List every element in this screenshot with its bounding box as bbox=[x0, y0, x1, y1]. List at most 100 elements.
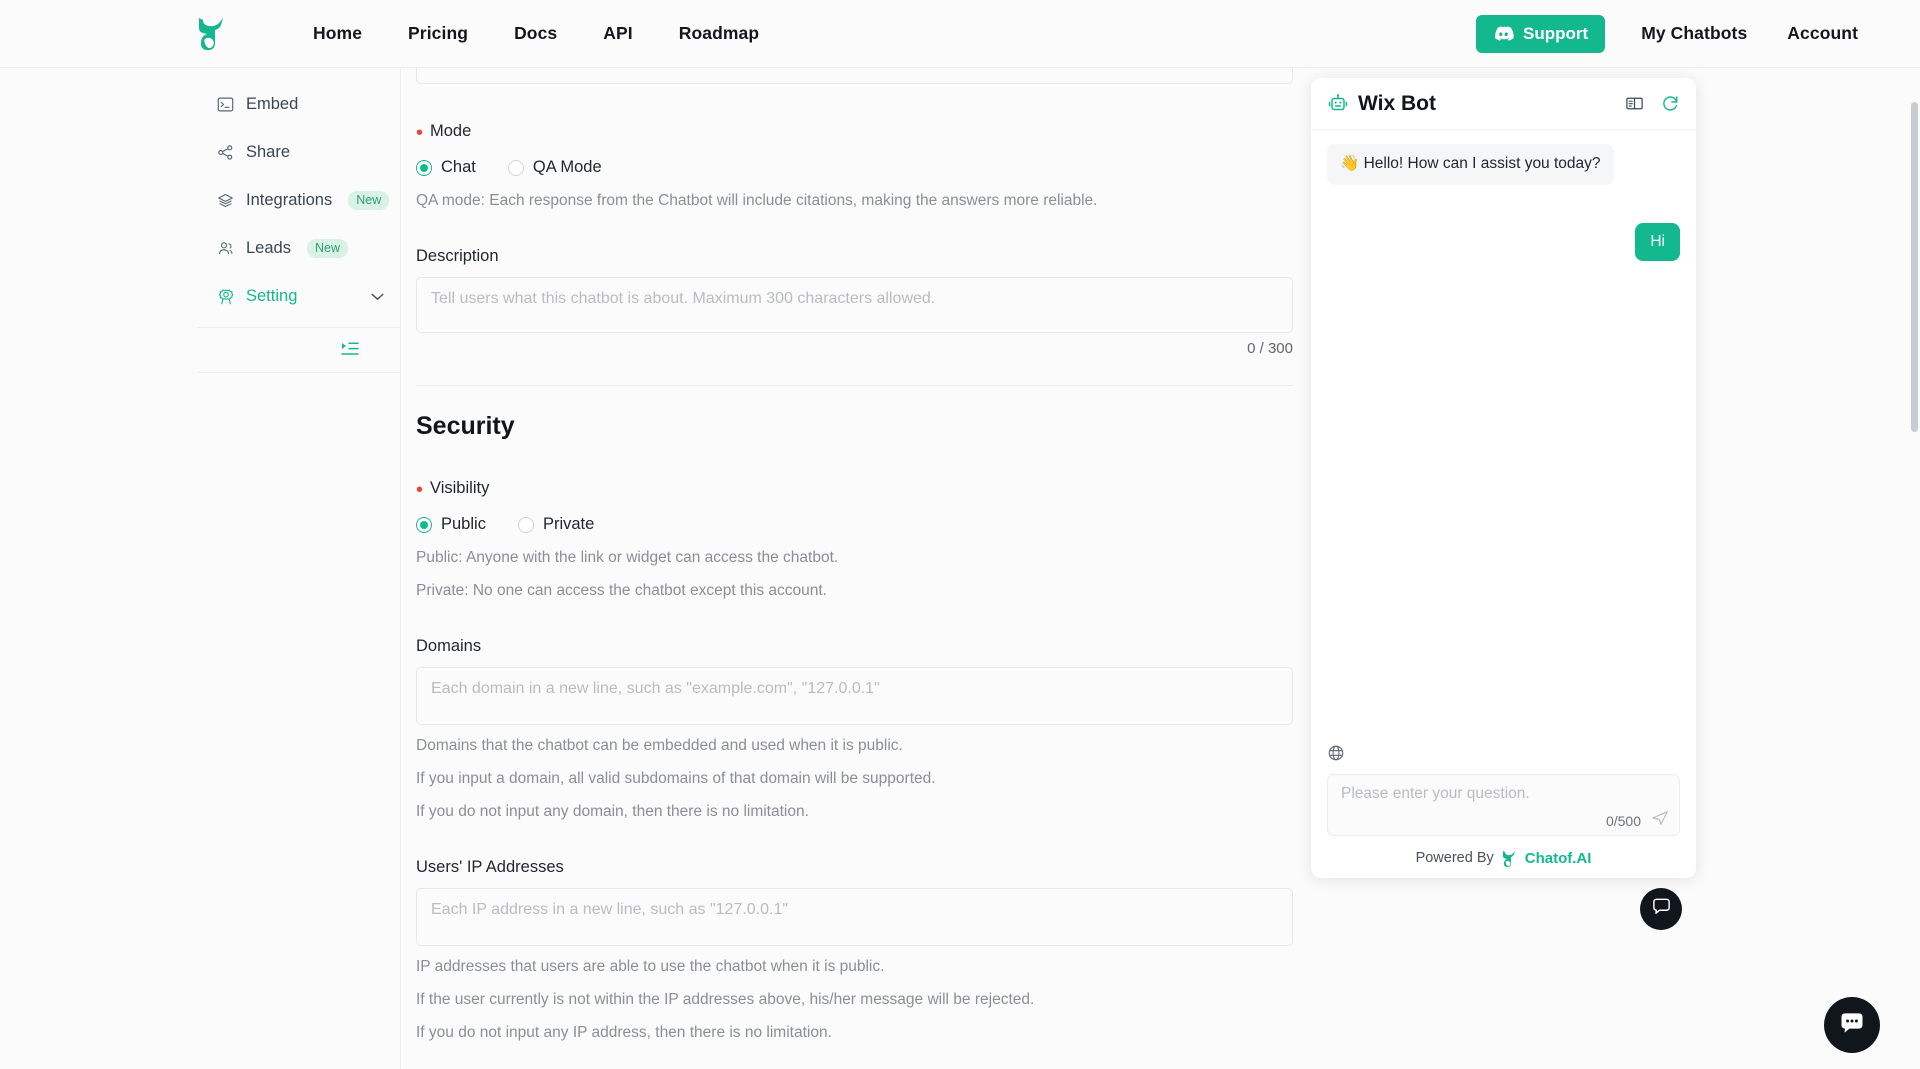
chatof-brand-logo-icon bbox=[1501, 850, 1518, 867]
sidebar-item-embed[interactable]: Embed bbox=[198, 87, 400, 122]
sidebar-label-integrations: Integrations bbox=[246, 191, 333, 209]
visibility-label: Visibility bbox=[430, 479, 490, 497]
sidebar-item-leads[interactable]: Leads New bbox=[198, 231, 400, 266]
radio-public-indicator bbox=[416, 516, 432, 533]
gear-icon bbox=[216, 287, 235, 306]
nav-link-my-chatbots[interactable]: My Chatbots bbox=[1641, 23, 1747, 44]
domains-hint-3: If you do not input any domain, then the… bbox=[416, 803, 809, 820]
mode-option-chat-label: Chat bbox=[441, 158, 476, 176]
visibility-radio-group: Public Private bbox=[416, 515, 1293, 534]
indent-list-icon[interactable] bbox=[340, 340, 360, 360]
powered-by-brand[interactable]: Chatof.AI bbox=[1525, 850, 1592, 867]
security-divider bbox=[416, 385, 1293, 386]
chevron-down-icon[interactable] bbox=[371, 289, 384, 304]
sidebar-label-share: Share bbox=[246, 143, 291, 161]
page-scrollbar[interactable] bbox=[1909, 68, 1920, 1069]
nav-link-account[interactable]: Account bbox=[1787, 23, 1858, 44]
sidebar-label-setting: Setting bbox=[246, 287, 298, 305]
description-label: Description bbox=[416, 247, 499, 265]
nav-link-roadmap[interactable]: Roadmap bbox=[656, 23, 782, 44]
mode-option-qa-label: QA Mode bbox=[532, 158, 602, 176]
sidebar-divider-bottom bbox=[198, 372, 400, 373]
ip-addresses-label: Users' IP Addresses bbox=[416, 858, 564, 876]
refresh-icon[interactable] bbox=[1661, 94, 1680, 113]
support-label: Support bbox=[1523, 23, 1589, 43]
radio-private-indicator bbox=[517, 516, 534, 533]
chat-input-wrapper[interactable]: Please enter your question. 0/500 bbox=[1327, 774, 1680, 836]
chat-powered-by: Powered By Chatof.AI bbox=[1311, 844, 1696, 878]
visibility-option-private-label: Private bbox=[542, 515, 595, 533]
top-navbar: Home Pricing Docs API Roadmap Support My… bbox=[0, 0, 1920, 68]
scrollbar-thumb[interactable] bbox=[1911, 102, 1918, 432]
share-nodes-icon bbox=[216, 143, 235, 162]
ip-addresses-textarea[interactable]: Each IP address in a new line, such as "… bbox=[416, 888, 1293, 946]
description-counter: 0 / 300 bbox=[1247, 340, 1293, 357]
code-embed-icon bbox=[216, 95, 235, 114]
visibility-option-private[interactable]: Private bbox=[517, 515, 595, 534]
sidebar-badge-leads: New bbox=[306, 239, 348, 258]
app-page: Home Pricing Docs API Roadmap Support My… bbox=[0, 0, 1920, 1069]
visibility-label-row: • Visibility bbox=[416, 478, 490, 501]
nav-link-pricing[interactable]: Pricing bbox=[385, 23, 491, 44]
mode-hint: QA mode: Each response from the Chatbot … bbox=[416, 192, 1098, 209]
sidebar-item-setting[interactable]: Setting bbox=[198, 279, 400, 314]
layers-icon bbox=[216, 191, 235, 210]
mode-label-row: • Mode bbox=[416, 121, 472, 144]
chat-dots-icon bbox=[1838, 1009, 1866, 1042]
chat-input-placeholder: Please enter your question. bbox=[1341, 785, 1530, 802]
mode-label: Mode bbox=[430, 122, 472, 140]
chat-input-counter: 0/500 bbox=[1605, 813, 1641, 829]
domains-label: Domains bbox=[416, 637, 482, 655]
discord-icon bbox=[1493, 23, 1514, 44]
users-icon bbox=[216, 239, 235, 258]
chatof-logo-icon[interactable] bbox=[192, 13, 232, 55]
ip-hint-3: If you do not input any IP address, then… bbox=[416, 1024, 832, 1041]
chat-message-bot: 👋 Hello! How can I assist you today? bbox=[1327, 144, 1614, 185]
mode-radio-group: Chat QA Mode bbox=[416, 158, 1293, 177]
radio-qa-indicator bbox=[507, 159, 524, 176]
nav-link-docs[interactable]: Docs bbox=[491, 23, 580, 44]
chat-preview-widget: Wix Bot 👋 Hello! How can I assist you to… bbox=[1311, 78, 1696, 878]
chat-widget-header: Wix Bot bbox=[1311, 78, 1696, 130]
chat-message-user-row: Hi bbox=[1327, 222, 1680, 261]
chat-toggle-big-button[interactable] bbox=[1824, 997, 1880, 1053]
nav-link-home[interactable]: Home bbox=[290, 23, 385, 44]
robot-icon bbox=[1327, 93, 1349, 115]
radio-chat-indicator bbox=[416, 159, 432, 176]
left-sidebar: Embed Share Integrations New Leads New S… bbox=[198, 68, 401, 1069]
settings-main-panel: • Mode Chat QA Mode QA mode: Each respon… bbox=[401, 68, 1308, 1069]
visibility-option-public-label: Public bbox=[441, 515, 486, 533]
sidebar-item-integrations[interactable]: Integrations New bbox=[198, 183, 400, 218]
description-textarea[interactable]: Tell users what this chatbot is about. M… bbox=[416, 277, 1293, 333]
send-icon[interactable] bbox=[1651, 809, 1669, 827]
nav-link-api[interactable]: API bbox=[580, 23, 655, 44]
ip-hint-1: IP addresses that users are able to use … bbox=[416, 958, 885, 975]
powered-by-prefix: Powered By bbox=[1415, 850, 1494, 866]
sidebar-label-embed: Embed bbox=[246, 95, 299, 113]
main-nav: Home Pricing Docs API Roadmap bbox=[290, 23, 782, 44]
settings-form: • Mode Chat QA Mode QA mode: Each respon… bbox=[416, 68, 1293, 1069]
chat-widget-title: Wix Bot bbox=[1358, 91, 1436, 115]
chat-message-user: Hi bbox=[1635, 222, 1680, 261]
sidebar-collapse-row bbox=[198, 328, 400, 372]
previous-field-stub bbox=[416, 68, 1293, 84]
domains-hint-2: If you input a domain, all valid subdoma… bbox=[416, 770, 936, 787]
sidebar-item-share[interactable]: Share bbox=[198, 135, 400, 170]
security-section-title: Security bbox=[416, 412, 515, 440]
book-open-icon[interactable] bbox=[1625, 94, 1644, 113]
nav-right-group: Support My Chatbots Account bbox=[1476, 14, 1858, 53]
chat-bubble-icon bbox=[1651, 896, 1672, 922]
mode-option-chat[interactable]: Chat bbox=[416, 158, 476, 177]
domains-textarea[interactable]: Each domain in a new line, such as "exam… bbox=[416, 667, 1293, 725]
visibility-option-public[interactable]: Public bbox=[416, 515, 486, 534]
visibility-hint-public: Public: Anyone with the link or widget c… bbox=[416, 549, 839, 566]
ip-hint-2: If the user currently is not within the … bbox=[416, 991, 1035, 1008]
chat-toggle-small-button[interactable] bbox=[1640, 888, 1682, 930]
domains-hint-1: Domains that the chatbot can be embedded… bbox=[416, 737, 903, 754]
sidebar-label-leads: Leads bbox=[246, 239, 291, 257]
mode-option-qa[interactable]: QA Mode bbox=[507, 158, 602, 177]
globe-icon[interactable] bbox=[1327, 744, 1345, 762]
chat-header-actions bbox=[1625, 94, 1680, 113]
support-button[interactable]: Support bbox=[1476, 14, 1606, 53]
chat-message-list: 👋 Hello! How can I assist you today? Hi bbox=[1311, 130, 1696, 774]
